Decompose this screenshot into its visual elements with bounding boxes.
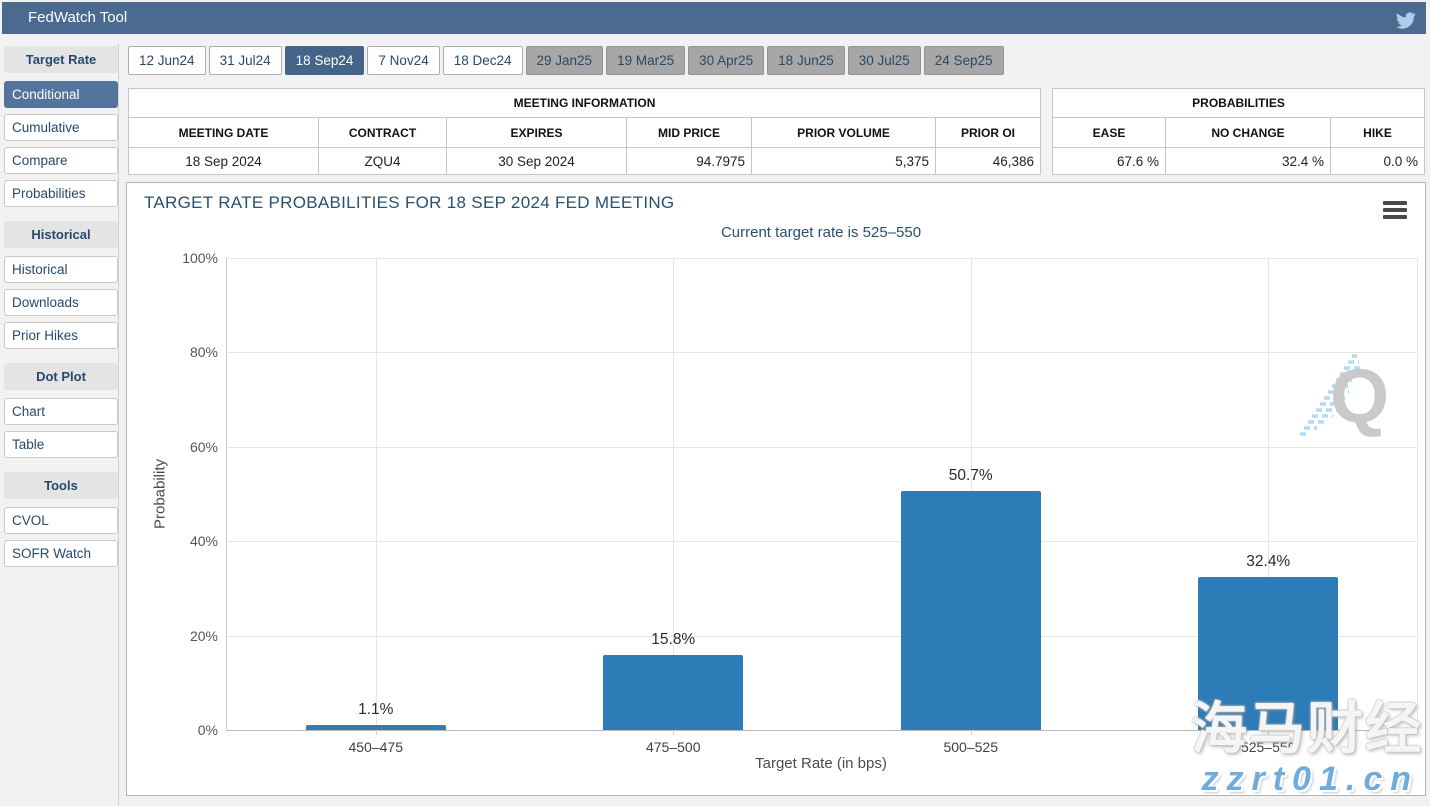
expires-value: 30 Sep 2024	[447, 148, 627, 175]
sidebar-item-probabilities[interactable]: Probabilities	[4, 180, 118, 207]
sidebar-divider	[118, 44, 119, 806]
hike-value: 0.0 %	[1331, 148, 1425, 175]
sidebar-section-dot-plot: Dot Plot	[4, 363, 118, 390]
expires-header: EXPIRES	[447, 118, 627, 148]
contract-value: ZQU4	[319, 148, 447, 175]
sidebar-item-cumulative[interactable]: Cumulative	[4, 114, 118, 141]
x-tick-mark	[673, 730, 674, 735]
gridline-y	[227, 541, 1417, 542]
x-tick-mark	[971, 730, 972, 735]
ease-header: EASE	[1053, 118, 1166, 148]
probabilities-table: PROBABILITIESEASENO CHANGEHIKE67.6 %32.4…	[1052, 88, 1425, 175]
bar-value-label-450-475: 1.1%	[306, 701, 446, 719]
chart-panel: TARGET RATE PROBABILITIES FOR 18 SEP 202…	[126, 182, 1426, 796]
watermark-site-name: 海马财经	[1191, 684, 1423, 765]
prior-volume-header: PRIOR VOLUME	[752, 118, 936, 148]
sidebar-item-prior-hikes[interactable]: Prior Hikes	[4, 322, 118, 349]
hike-header: HIKE	[1331, 118, 1425, 148]
quikstrike-q-logo: Q	[1294, 350, 1389, 445]
y-tick-label: 40%	[158, 533, 218, 549]
sidebar-item-cvol[interactable]: CVOL	[4, 507, 118, 534]
y-tick-label: 60%	[158, 439, 218, 455]
app-title: FedWatch Tool	[28, 9, 127, 26]
bar-475-500[interactable]	[603, 655, 743, 730]
tab-7-nov24[interactable]: 7 Nov24	[367, 46, 439, 75]
tab-12-jun24[interactable]: 12 Jun24	[128, 46, 206, 75]
bar-value-label-525-550: 32.4%	[1198, 553, 1338, 571]
sidebar-item-compare[interactable]: Compare	[4, 147, 118, 174]
mid-price-value: 94.7975	[627, 148, 752, 175]
fedwatch-page: FedWatch Tool Target Rate Conditional Cumu…	[0, 0, 1430, 806]
sidebar-item-historical[interactable]: Historical	[4, 256, 118, 283]
x-category-label-475-500: 475–500	[593, 739, 753, 755]
sidebar-section-tools: Tools	[4, 472, 118, 499]
tab-31-jul24[interactable]: 31 Jul24	[209, 46, 282, 75]
no-change-header: NO CHANGE	[1166, 118, 1331, 148]
ease-value: 67.6 %	[1053, 148, 1166, 175]
y-tick-label: 80%	[158, 344, 218, 360]
svg-text:Q: Q	[1330, 354, 1389, 439]
chart-subtitle: Current target rate is 525–550	[226, 224, 1416, 241]
sidebar-item-table[interactable]: Table	[4, 431, 118, 458]
tab-30-jul25[interactable]: 30 Jul25	[848, 46, 921, 75]
y-tick-label: 100%	[158, 250, 218, 266]
gridline-x	[376, 258, 377, 730]
bar-500-525[interactable]	[901, 491, 1041, 730]
bar-chart-plot-area: Q 0%20%40%60%80%100%1.1%450–47515.8%475–…	[226, 258, 1417, 731]
prior-oi-value: 46,386	[936, 148, 1041, 175]
sidebar: Target Rate Conditional Cumulative Compare P…	[4, 46, 118, 573]
sidebar-item-downloads[interactable]: Downloads	[4, 289, 118, 316]
x-tick-mark	[376, 730, 377, 735]
meeting-information-table: MEETING INFORMATIONMEETING DATECONTRACTE…	[128, 88, 1041, 175]
no-change-value: 32.4 %	[1166, 148, 1331, 175]
chart-title: TARGET RATE PROBABILITIES FOR 18 SEP 202…	[144, 193, 674, 213]
y-tick-label: 20%	[158, 628, 218, 644]
gridline-right-edge	[1417, 258, 1418, 730]
tab-30-apr25[interactable]: 30 Apr25	[688, 46, 764, 75]
contract-header: CONTRACT	[319, 118, 447, 148]
twitter-icon[interactable]	[1396, 9, 1416, 27]
probabilities-title: PROBABILITIES	[1053, 89, 1425, 118]
bar-450-475[interactable]	[306, 725, 446, 730]
x-category-label-450-475: 450–475	[296, 739, 456, 755]
table-row: 67.6 %32.4 %0.0 %	[1053, 148, 1425, 175]
watermark-site-url: zzrt01.cn	[1202, 760, 1420, 796]
meeting-date-header: MEETING DATE	[129, 118, 319, 148]
table-row: 18 Sep 2024ZQU430 Sep 202494.79755,37546…	[129, 148, 1041, 175]
sidebar-item-conditional[interactable]: Conditional	[4, 81, 118, 108]
tab-29-jan25[interactable]: 29 Jan25	[526, 46, 604, 75]
gridline-y	[227, 447, 1417, 448]
sidebar-item-chart[interactable]: Chart	[4, 398, 118, 425]
prior-oi-header: PRIOR OI	[936, 118, 1041, 148]
bar-value-label-500-525: 50.7%	[901, 467, 1041, 485]
sidebar-section-target-rate: Target Rate	[4, 46, 118, 73]
chart-menu-icon[interactable]	[1383, 201, 1407, 222]
y-tick-label: 0%	[158, 722, 218, 738]
meeting-date-value: 18 Sep 2024	[129, 148, 319, 175]
tab-18-sep24[interactable]: 18 Sep24	[285, 46, 365, 75]
sidebar-section-historical: Historical	[4, 221, 118, 248]
gridline-y	[227, 352, 1417, 353]
meeting-date-tabs: 12 Jun2431 Jul2418 Sep247 Nov2418 Dec242…	[128, 46, 1004, 75]
meeting-information-title: MEETING INFORMATION	[129, 89, 1041, 118]
bar-value-label-475-500: 15.8%	[603, 631, 743, 649]
gridline-y	[227, 258, 1417, 259]
prior-volume-value: 5,375	[752, 148, 936, 175]
tab-18-jun25[interactable]: 18 Jun25	[767, 46, 845, 75]
app-header: FedWatch Tool	[2, 2, 1426, 34]
tab-24-sep25[interactable]: 24 Sep25	[924, 46, 1004, 75]
mid-price-header: MID PRICE	[627, 118, 752, 148]
tab-19-mar25[interactable]: 19 Mar25	[606, 46, 685, 75]
x-category-label-500-525: 500–525	[891, 739, 1051, 755]
tab-18-dec24[interactable]: 18 Dec24	[443, 46, 523, 75]
sidebar-item-sofr-watch[interactable]: SOFR Watch	[4, 540, 118, 567]
